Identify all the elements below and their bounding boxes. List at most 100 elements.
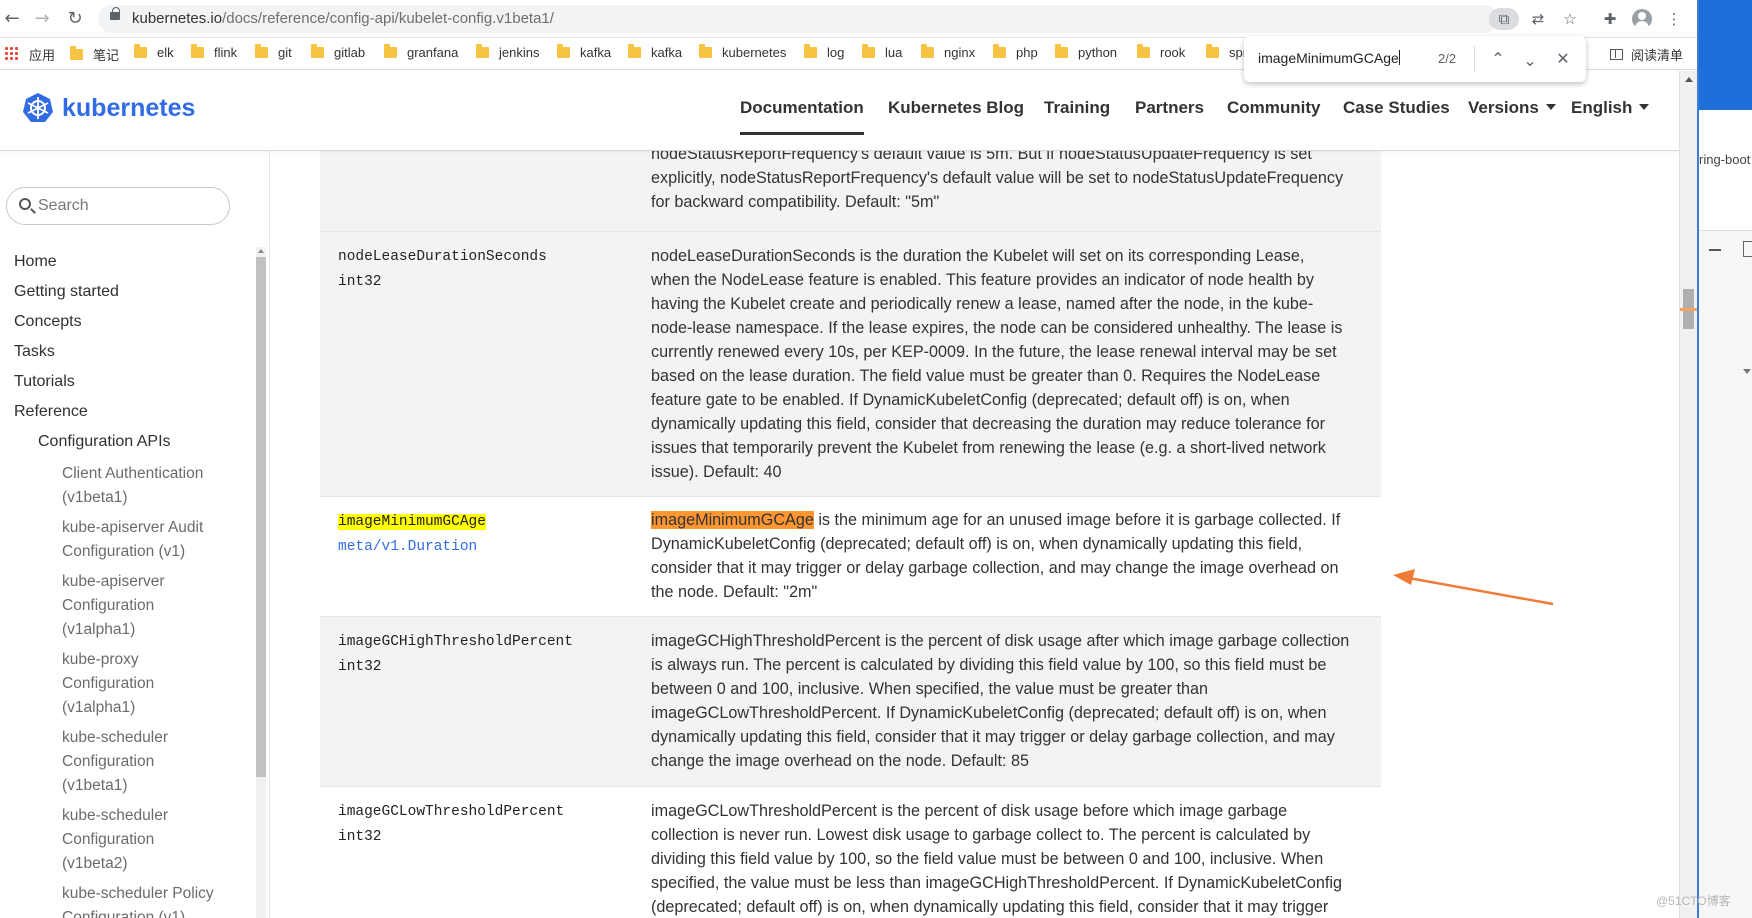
minimize-icon[interactable] — [1709, 249, 1721, 251]
search-placeholder: Search — [38, 197, 89, 214]
nav-language-dropdown[interactable]: English — [1571, 98, 1650, 118]
bookmark-folder[interactable]: spr — [1206, 44, 1247, 60]
window-box-icon[interactable] — [1743, 241, 1752, 257]
folder-icon — [134, 44, 147, 58]
bookmark-folder[interactable]: flink — [191, 44, 237, 60]
find-previous-icon[interactable]: ⌃ — [1487, 48, 1509, 70]
sidebar-subitem-kube-scheduler-v1beta2[interactable]: kube-scheduler Configuration (v1beta2) — [62, 804, 168, 876]
bookmark-apps[interactable]: 应用 — [29, 45, 55, 64]
translate-icon[interactable]: ⇄ — [1527, 8, 1549, 30]
nav-documentation[interactable]: Documentation — [740, 98, 864, 135]
bookmark-folder[interactable]: python — [1055, 44, 1117, 60]
bookmark-folder[interactable]: log — [804, 44, 844, 60]
field-name: imageMinimumGCAge meta/v1.Duration — [338, 510, 486, 560]
sidebar-item-home[interactable]: Home — [14, 253, 57, 271]
nav-training[interactable]: Training — [1044, 98, 1110, 118]
folder-icon — [557, 44, 570, 58]
sidebar-item-reference[interactable]: Reference — [14, 403, 88, 421]
sidebar-subitem-client-authentication[interactable]: Client Authentication (v1beta1) — [62, 462, 203, 510]
bookmark-folder[interactable]: git — [255, 44, 292, 60]
table-row: imageMinimumGCAge meta/v1.Duration image… — [320, 496, 1381, 616]
folder-icon — [311, 44, 324, 58]
chevron-down-icon — [1639, 104, 1650, 110]
kubernetes-helm-icon — [23, 93, 53, 122]
sidebar-search-input[interactable]: Search — [6, 187, 230, 225]
docs-sidebar: Search Home Getting started Concepts Tas… — [0, 151, 270, 918]
find-match-scroll-marker — [1680, 308, 1698, 311]
field-type: int32 — [338, 274, 382, 290]
back-arrow-icon[interactable]: ← — [0, 7, 24, 31]
site-logo-text[interactable]: kubernetes — [62, 94, 195, 123]
bookmark-folder[interactable]: gitlab — [311, 44, 365, 60]
reload-icon[interactable]: ↻ — [63, 7, 87, 31]
bookmark-folder[interactable]: kafka — [628, 44, 682, 60]
nav-partners[interactable]: Partners — [1135, 98, 1204, 118]
sidebar-scrollbar-thumb[interactable] — [256, 257, 266, 777]
sidebar-item-tutorials[interactable]: Tutorials — [14, 373, 75, 391]
field-type-link[interactable]: meta/v1.Duration — [338, 535, 486, 560]
nav-community[interactable]: Community — [1227, 98, 1321, 118]
chevron-down-icon — [1545, 104, 1556, 110]
sidebar-subitem-kube-scheduler-v1beta1[interactable]: kube-scheduler Configuration (v1beta1) — [62, 726, 168, 798]
field-name: imageGCLowThresholdPercent int32 — [338, 800, 564, 850]
nav-kubernetes-blog[interactable]: Kubernetes Blog — [888, 98, 1024, 118]
bookmark-folder[interactable]: kafka — [557, 44, 611, 60]
sidebar-subitem-kube-apiserver-config[interactable]: kube-apiserver Configuration (v1alpha1) — [62, 570, 165, 642]
forward-arrow-icon[interactable]: → — [30, 7, 54, 31]
folder-icon — [476, 44, 489, 58]
profile-icon[interactable] — [1632, 9, 1652, 29]
search-icon — [19, 198, 31, 210]
extensions-icon[interactable]: ✚ — [1599, 8, 1621, 30]
sidebar-item-tasks[interactable]: Tasks — [14, 343, 55, 361]
background-window[interactable]: ring-boot — [1697, 0, 1752, 918]
scroll-up-arrow-icon[interactable] — [1685, 77, 1693, 82]
bookmark-folder[interactable]: lua — [862, 44, 902, 60]
star-icon[interactable]: ☆ — [1559, 8, 1581, 30]
bookmark-folder[interactable]: elk — [134, 44, 174, 60]
field-description: imageGCLowThresholdPercent is the percen… — [651, 802, 1343, 916]
sidebar-subitem-kube-proxy-config[interactable]: kube-proxy Configuration (v1alpha1) — [62, 648, 154, 720]
reading-list-button[interactable]: 阅读清单 — [1610, 45, 1683, 64]
sidebar-item-concepts[interactable]: Concepts — [14, 313, 82, 331]
site-logo[interactable]: kubernetes — [22, 92, 195, 124]
table-row: imageGCHighThresholdPercent int32 imageG… — [320, 616, 1381, 786]
nav-versions-dropdown[interactable]: Versions — [1468, 98, 1556, 118]
folder-icon — [1137, 44, 1150, 58]
page-scrollbar[interactable] — [1679, 71, 1698, 918]
sidebar-item-configuration-apis[interactable]: Configuration APIs — [38, 433, 171, 451]
site-header: kubernetes Documentation Kubernetes Blog… — [0, 71, 1679, 151]
find-match-highlight: imageMinimumGCAge — [338, 514, 486, 530]
folder-icon — [862, 44, 875, 58]
bookmark-folder[interactable]: 笔记 — [70, 45, 119, 64]
chevron-down-icon[interactable] — [1743, 369, 1751, 374]
screenshot-icon[interactable]: ⧉ — [1489, 8, 1519, 30]
bookmark-folder[interactable]: php — [993, 44, 1038, 60]
folder-icon — [921, 44, 934, 58]
bookmark-folder[interactable]: granfana — [384, 44, 458, 60]
sidebar-scrollbar[interactable] — [256, 247, 266, 918]
bookmark-folder[interactable]: jenkins — [476, 44, 539, 60]
field-description: nodeLeaseDurationSeconds is the duration… — [651, 247, 1343, 481]
address-bar[interactable]: kubernetes.io/docs/reference/config-api/… — [98, 5, 1498, 33]
folder-icon — [993, 44, 1006, 58]
field-type: int32 — [338, 829, 382, 845]
folder-icon — [70, 46, 83, 60]
url-text[interactable]: kubernetes.io/docs/reference/config-api/… — [132, 10, 554, 27]
nav-case-studies[interactable]: Case Studies — [1343, 98, 1450, 118]
find-input[interactable]: imageMinimumGCAge — [1258, 50, 1408, 66]
more-icon[interactable]: ⋮ — [1663, 8, 1685, 30]
bookmark-folder[interactable]: kubernetes — [699, 44, 786, 60]
sidebar-subitem-kube-scheduler-policy[interactable]: kube-scheduler Policy Configuration (v1) — [62, 882, 214, 918]
find-close-icon[interactable]: ✕ — [1552, 48, 1574, 70]
annotation-arrow-icon — [1393, 569, 1554, 606]
sidebar-item-getting-started[interactable]: Getting started — [14, 283, 119, 301]
find-match-count: 2/2 — [1438, 51, 1457, 66]
apps-grid-icon[interactable] — [4, 46, 18, 60]
find-next-icon[interactable]: ⌃ — [1519, 48, 1541, 70]
find-bar: imageMinimumGCAge 2/2 ⌃ ⌃ ✕ — [1244, 36, 1586, 82]
sidebar-subitem-kube-apiserver-audit[interactable]: kube-apiserver Audit Configuration (v1) — [62, 516, 203, 564]
bookmark-folder[interactable]: rook — [1137, 44, 1185, 60]
scroll-up-arrow-icon[interactable] — [258, 249, 264, 253]
watermark: @51CTO博客 — [1656, 894, 1731, 908]
bookmark-folder[interactable]: nginx — [921, 44, 975, 60]
